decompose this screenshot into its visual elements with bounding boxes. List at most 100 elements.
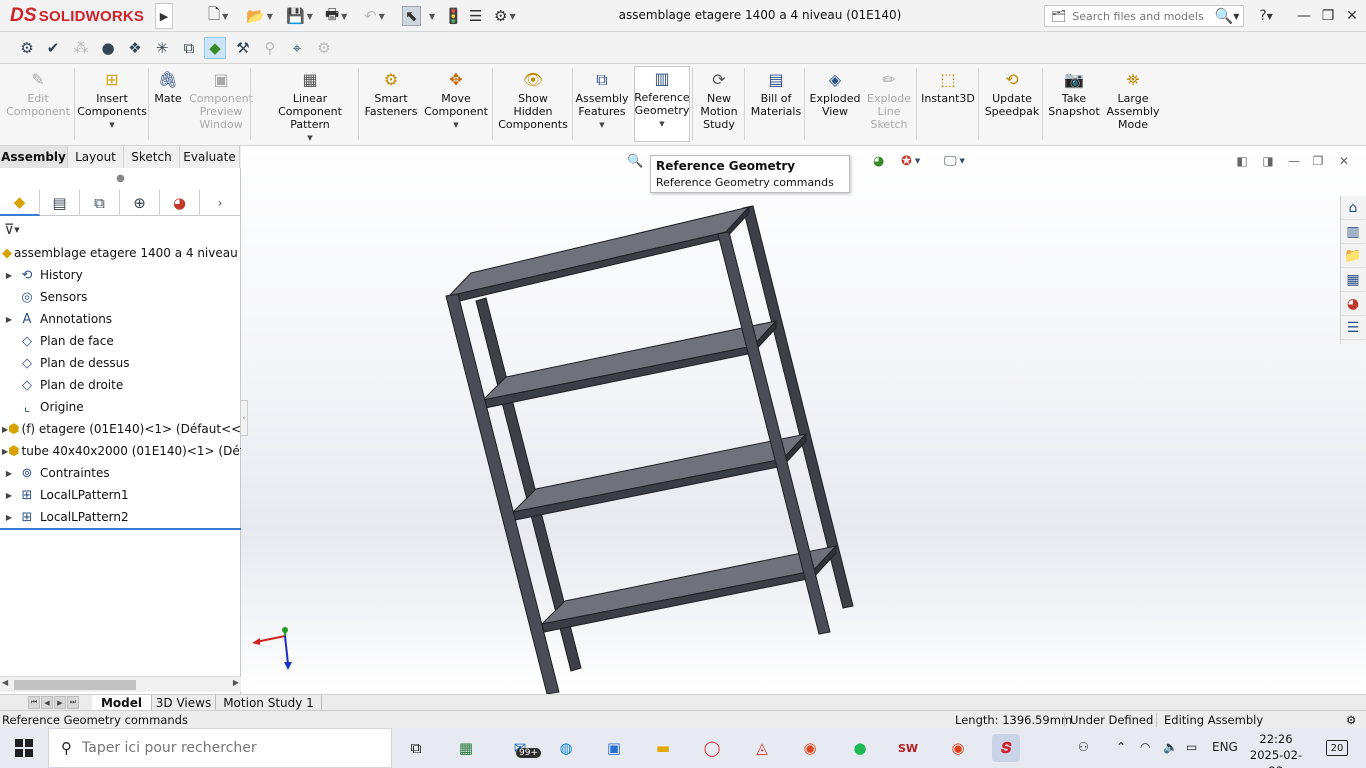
view-palette-icon[interactable]: ▦	[1341, 268, 1365, 292]
ribbon-smart-fasteners-button[interactable]: ⚙ Smart Fasteners	[364, 68, 418, 118]
tree-item[interactable]: ▶ A Annotations	[0, 308, 241, 330]
panel-drag-handle[interactable]: ●	[0, 168, 241, 188]
toolbar-interference-icon[interactable]: ⧉	[178, 37, 200, 59]
toolbar-assembly-icon[interactable]: ⚙	[16, 37, 38, 59]
toolbar-display-icon[interactable]: ◆	[204, 37, 226, 59]
people-icon[interactable]: ⚇	[1078, 740, 1089, 754]
select-button[interactable]: ⬉	[402, 6, 421, 26]
design-library-icon[interactable]: ▥	[1341, 220, 1365, 244]
property-manager-tab-icon[interactable]: ▤	[40, 190, 80, 216]
ribbon-reference-geometry-button[interactable]: ▥ Reference Geometry ▼	[634, 66, 690, 142]
viewport-tile-right-button[interactable]: ◨	[1259, 153, 1277, 169]
file-explorer-icon[interactable]: 📁	[1341, 244, 1365, 268]
tree-item[interactable]: ▶ ⊚ Contraintes	[0, 462, 241, 484]
tree-item[interactable]: ◎ Sensors	[0, 286, 241, 308]
store-icon[interactable]: ▣	[600, 734, 628, 762]
viewport-close-button[interactable]: ✕	[1335, 153, 1353, 169]
tree-item[interactable]: ▶⬢tube 40x40x2000 (01E140)<1> (Défaut<<D…	[0, 440, 241, 462]
dimxpert-tab-icon[interactable]: ⊕	[120, 190, 160, 216]
expand-arrow-icon[interactable]: ▶	[2, 513, 16, 522]
chevron-down-icon[interactable]: ▼	[599, 119, 604, 132]
tab-evaluate[interactable]: Evaluate	[180, 146, 240, 168]
tree-item[interactable]: ◇ Plan de droite	[0, 374, 241, 396]
search-button[interactable]: 🔍 ▼	[1210, 5, 1244, 27]
close-button[interactable]: ✕	[1340, 6, 1364, 26]
expand-arrow-icon[interactable]: ▶	[2, 315, 16, 324]
undo-button[interactable]: ↶ ▼	[364, 6, 385, 26]
open-file-button[interactable]: 📂 ▼	[246, 6, 273, 26]
model-tab-motion-study-1[interactable]: Motion Study 1	[216, 695, 322, 711]
chrome-icon[interactable]: ◉	[796, 734, 824, 762]
tree-item[interactable]: ⌞ Origine	[0, 396, 241, 418]
new-file-button[interactable]: 🗋 ▼	[208, 5, 228, 26]
file-properties-button[interactable]: ☰	[469, 6, 482, 26]
ribbon-speedpak-button[interactable]: ⟲ Update Speedpak	[984, 68, 1040, 118]
home-icon[interactable]: ⌂	[1341, 196, 1365, 220]
scroll-left-icon[interactable]: ◀	[2, 678, 8, 687]
tree-item[interactable]: ◇ Plan de face	[0, 330, 241, 352]
chevron-down-icon[interactable]: ▼	[453, 119, 458, 132]
calculator-icon[interactable]: ▦	[452, 734, 480, 762]
tab-assembly[interactable]: Assembly	[0, 146, 68, 168]
rebuild-button[interactable]: 🚦	[444, 6, 463, 26]
edge-icon[interactable]: ◍	[552, 734, 580, 762]
view-settings-button[interactable]: 🖵 ▼	[944, 152, 965, 170]
ribbon-bom-button[interactable]: ▤ Bill of Materials	[749, 68, 803, 118]
tree-item[interactable]: ▶⬢(f) etagere (01E140)<1> (Défaut<<Défau…	[0, 418, 241, 440]
tree-horizontal-scrollbar[interactable]: ◀ ▶	[0, 676, 241, 692]
custom-properties-icon[interactable]: ☰	[1341, 316, 1365, 340]
toolbar-tool-icon[interactable]: ⚒	[232, 37, 254, 59]
solidworks-2017-icon[interactable]: SW	[894, 734, 922, 762]
toolbar-settings-icon[interactable]: ⚙	[313, 37, 335, 59]
display-manager-tab-icon[interactable]: ◕	[160, 190, 200, 216]
toolbar-bolt-icon[interactable]: ⚲	[259, 37, 281, 59]
chevron-down-icon[interactable]: ▼	[109, 119, 114, 132]
task-view-icon[interactable]: ⧉	[402, 734, 430, 762]
tab-sketch[interactable]: Sketch	[124, 146, 180, 168]
viewport-tile-left-button[interactable]: ◧	[1233, 153, 1251, 169]
ribbon-instant3d-button[interactable]: ⬚ Instant3D	[920, 68, 976, 105]
select-dropdown[interactable]: ▼	[427, 6, 435, 26]
toolbar-components-icon[interactable]: ❖	[124, 37, 146, 59]
viewport-restore-button[interactable]: ❐	[1309, 153, 1327, 169]
toolbar-sphere-icon[interactable]: ●	[97, 37, 119, 59]
start-button[interactable]	[0, 728, 48, 768]
ribbon-insert-components-button[interactable]: ⊞ Insert Components ▼	[77, 68, 147, 132]
appearances-icon[interactable]: ◕	[1341, 292, 1365, 316]
scroll-thumb[interactable]	[14, 680, 136, 690]
solidworks-active-icon[interactable]: 𝑺	[992, 734, 1020, 762]
ribbon-motion-study-button[interactable]: ⟳ New Motion Study	[698, 68, 740, 131]
toolbar-mirror-icon[interactable]: ⁂	[70, 37, 92, 59]
shelf-3d-model[interactable]	[241, 146, 1366, 694]
tree-root[interactable]: ◆ assemblage etagere 1400 a 4 niveau (01…	[0, 242, 241, 264]
first-tab-icon[interactable]: ⏮	[28, 696, 40, 709]
ribbon-component-preview-button[interactable]: ▣ Component Preview Window	[189, 68, 253, 131]
chrome-profile-icon[interactable]: ◉	[944, 734, 972, 762]
chevron-down-icon[interactable]: ▼	[307, 132, 312, 145]
mail-icon[interactable]: ✉ 99+	[506, 734, 541, 762]
next-tab-icon[interactable]: ▶	[54, 696, 66, 709]
print-button[interactable]: 🖶 ▼	[325, 5, 347, 26]
taskbar-clock[interactable]: 22:26 2025-02-23	[1246, 731, 1306, 768]
ribbon-linear-pattern-button[interactable]: ▦ Linear Component Pattern ▼	[260, 68, 360, 145]
tree-item[interactable]: ▶ ⟲ History	[0, 264, 241, 286]
minimize-button[interactable]: —	[1292, 6, 1316, 26]
file-explorer-icon[interactable]: ▬	[649, 734, 677, 762]
tree-item[interactable]: ▶ ⊞ LocalLPattern2	[0, 506, 241, 528]
ribbon-camera-button[interactable]: 📷 Take Snapshot	[1046, 68, 1102, 118]
expand-arrow-icon[interactable]: ▶	[2, 271, 16, 280]
options-button[interactable]: ⚙ ▼	[494, 6, 516, 26]
toolbar-measure-icon[interactable]: ⌖	[286, 37, 308, 59]
toolbar-check-icon[interactable]: ✔	[42, 37, 64, 59]
prev-tab-icon[interactable]: ◀	[41, 696, 53, 709]
battery-icon[interactable]: ▭	[1186, 740, 1197, 754]
search-input[interactable]	[1072, 9, 1213, 23]
feature-tree-tab-icon[interactable]: ◆	[0, 190, 40, 216]
acrobat-icon[interactable]: ◬	[748, 734, 776, 762]
expand-arrow-icon[interactable]: ▶	[2, 491, 16, 500]
expand-arrow-icon[interactable]: ▶	[2, 469, 16, 478]
notifications-button[interactable]: 20	[1320, 736, 1354, 760]
help-button[interactable]: ? ▼	[1254, 6, 1278, 26]
ribbon-show-hidden-button[interactable]: 👁 Show Hidden Components	[498, 68, 568, 131]
ribbon-exploded-view-button[interactable]: ◈ Exploded View	[808, 68, 862, 118]
